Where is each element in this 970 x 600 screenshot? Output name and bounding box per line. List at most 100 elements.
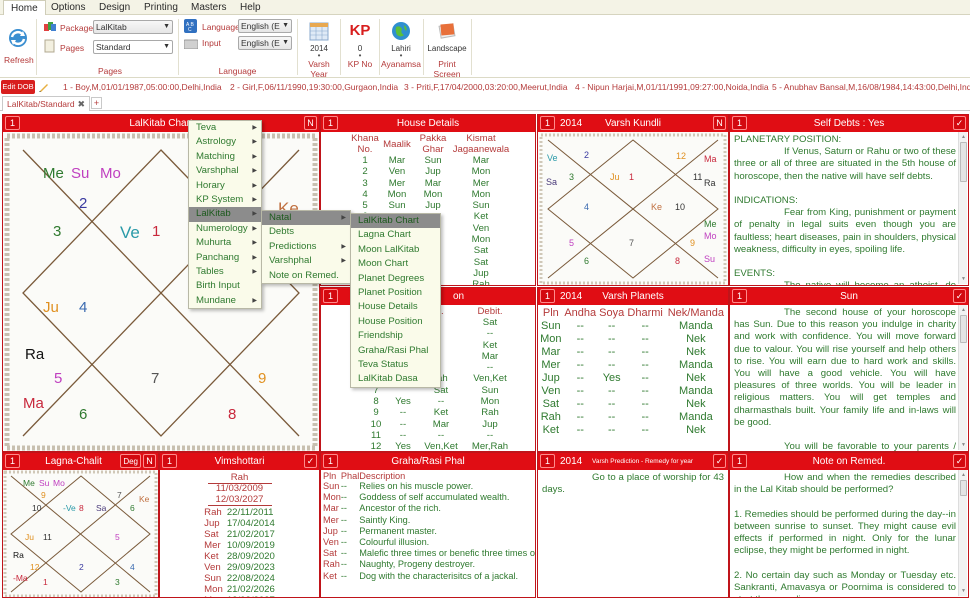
menu-tab-masters[interactable]: Masters bbox=[184, 0, 234, 15]
menu-item-astrology[interactable]: Astrology ▶ bbox=[189, 135, 261, 149]
menu-item-planet-degrees[interactable]: Planet Degrees bbox=[351, 272, 440, 286]
menu-item-tables[interactable]: Tables ▶ bbox=[189, 265, 261, 279]
panel-number-button[interactable]: 1 bbox=[540, 454, 555, 468]
check-icon[interactable]: ✓ bbox=[953, 289, 966, 303]
table-cell: -- bbox=[437, 429, 445, 441]
panel-number-button[interactable]: 1 bbox=[5, 454, 20, 468]
menu-item-varshphal[interactable]: Varshphal ▶ bbox=[189, 164, 261, 178]
ayanamsa-button[interactable]: Lahiri • Ayanamsa bbox=[381, 21, 421, 69]
language-select[interactable]: English (E ▼ bbox=[238, 19, 292, 33]
keyboard-icon bbox=[184, 39, 198, 49]
phal-cell: -- bbox=[340, 514, 347, 525]
menu-item-house-details[interactable]: House Details bbox=[351, 300, 440, 314]
check-icon[interactable]: ✓ bbox=[713, 454, 726, 468]
menu-item-matching[interactable]: Matching ▶ bbox=[189, 150, 261, 164]
menu-item-friendship[interactable]: Friendship bbox=[351, 329, 440, 343]
dob-entry-4[interactable]: 4 - Nipun Harjai,M,01/11/1991,09:27:00,N… bbox=[575, 82, 769, 92]
menu-item-lalkitab-dasa[interactable]: LalKitab Dasa bbox=[351, 372, 440, 386]
table-cell: Jup bbox=[425, 166, 441, 178]
menu-item-varshphal[interactable]: Varshphal ▶ bbox=[262, 254, 350, 268]
menu-item-note-on-remed[interactable]: Note on Remed. bbox=[262, 269, 350, 283]
check-icon[interactable]: ✓ bbox=[953, 454, 966, 468]
north-style-button[interactable]: N bbox=[713, 116, 726, 130]
description-cell: Dog with the characterisitcs of a jackal… bbox=[359, 570, 519, 581]
menu-item-moon-lalkitab[interactable]: Moon LalKitab bbox=[351, 243, 440, 257]
varsh-year-button[interactable]: 2014 • Varsh Year bbox=[300, 21, 338, 79]
house-1: 1 bbox=[152, 223, 161, 240]
print-screen-button[interactable]: Landscape Print Screen bbox=[425, 21, 469, 79]
menu-item-teva[interactable]: Teva ▶ bbox=[189, 121, 261, 135]
menu-item-numerology[interactable]: Numerology ▶ bbox=[189, 222, 261, 236]
dob-entry-2[interactable]: 2 - Girl,F,06/11/1990,19:30:00,Gurgaon,I… bbox=[230, 82, 398, 92]
table-cell: -- bbox=[641, 398, 649, 410]
menu-item-graha-rasi-phal[interactable]: Graha/Rasi Phal bbox=[351, 344, 440, 358]
add-tab-button[interactable]: + bbox=[91, 97, 102, 109]
dasha-start: 11/03/2009 bbox=[215, 483, 264, 494]
refresh-button[interactable]: Refresh bbox=[4, 23, 34, 73]
scrollbar[interactable]: ▲ ▼ bbox=[958, 470, 967, 596]
pencil-icon[interactable] bbox=[38, 81, 50, 93]
menu-item-planet-position[interactable]: Planet Position bbox=[351, 286, 440, 300]
scrollbar[interactable]: ▲ ▼ bbox=[958, 132, 967, 284]
panel-number-button[interactable]: 1 bbox=[732, 454, 747, 468]
package-select[interactable]: LalKitab ▼ bbox=[93, 20, 173, 34]
menu-item-predictions[interactable]: Predictions ▶ bbox=[262, 240, 350, 254]
panel-number-button[interactable]: 1 bbox=[540, 289, 555, 303]
menu-item-lagna-chart[interactable]: Lagna Chart bbox=[351, 228, 440, 242]
tab-lalkitab-standard[interactable]: LalKitab/Standard ✖ bbox=[2, 96, 90, 111]
north-style-button[interactable]: N bbox=[143, 454, 156, 468]
input-select[interactable]: English (E ▼ bbox=[238, 36, 292, 50]
panel-number-button[interactable]: 1 bbox=[732, 116, 747, 130]
house-9: 9 bbox=[41, 490, 46, 500]
panel-number-button[interactable]: 1 bbox=[323, 116, 338, 130]
edit-dob-button[interactable]: Edit DOB bbox=[1, 80, 35, 94]
menu-item-mundane[interactable]: Mundane ▶ bbox=[189, 294, 261, 308]
scrollbar[interactable]: ▲ ▼ bbox=[958, 305, 967, 450]
menu-item-lalkitab[interactable]: LalKitab ▶ bbox=[189, 207, 261, 222]
menu-tab-help[interactable]: Help bbox=[233, 0, 268, 15]
dob-entry-3[interactable]: 3 - Priti,F,17/04/2000,03:20:00,Meerut,I… bbox=[404, 82, 568, 92]
table-cell: Ven,Ket bbox=[424, 441, 458, 451]
date-cell: 12/03/2027 bbox=[227, 595, 275, 597]
dob-entry-1[interactable]: 1 - Boy,M,01/01/1987,05:00:00,Delhi,Indi… bbox=[63, 82, 222, 92]
menu-item-panchang[interactable]: Panchang ▶ bbox=[189, 251, 261, 265]
panel-number-button[interactable]: 1 bbox=[323, 454, 338, 468]
panel-number-button[interactable]: 1 bbox=[540, 116, 555, 130]
check-icon[interactable]: ✓ bbox=[304, 454, 317, 468]
planet-mo: Mo bbox=[704, 231, 717, 241]
check-icon[interactable]: ✓ bbox=[953, 116, 966, 130]
menu-item-birth-input[interactable]: Birth Input bbox=[189, 279, 261, 293]
panel-number-button[interactable]: 1 bbox=[323, 289, 338, 303]
menu-tab-home[interactable]: Home bbox=[3, 0, 46, 15]
panel-number-button[interactable]: 1 bbox=[5, 116, 20, 130]
menu-item-teva-status[interactable]: Teva Status bbox=[351, 358, 440, 372]
panel-number-button[interactable]: 1 bbox=[732, 289, 747, 303]
panel-title: Self Debts : Yes bbox=[813, 118, 885, 129]
close-icon[interactable]: ✖ bbox=[77, 97, 85, 111]
table-cell: -- bbox=[576, 320, 584, 332]
menu-item-moon-chart[interactable]: Moon Chart bbox=[351, 257, 440, 271]
planet-cell: Ven bbox=[323, 537, 339, 548]
panel-year: 2014 bbox=[560, 291, 583, 302]
menu-item-kp-system[interactable]: KP System ▶ bbox=[189, 193, 261, 207]
planet-cell: Mon bbox=[323, 492, 341, 503]
north-style-button[interactable]: N bbox=[304, 116, 317, 130]
table-cell: Yes bbox=[602, 372, 621, 384]
pages-select[interactable]: Standard ▼ bbox=[93, 40, 173, 54]
menu-tab-options[interactable]: Options bbox=[44, 0, 92, 15]
menu-item-natal[interactable]: Natal ▶ bbox=[262, 211, 350, 226]
kp-no-button[interactable]: KP 0 • KP No bbox=[342, 21, 378, 69]
dob-entry-5[interactable]: 5 - Anubhav Bansal,M,16/08/1984,14:43:00… bbox=[772, 82, 970, 92]
menu-tab-design[interactable]: Design bbox=[92, 0, 137, 15]
menu-item-muhurta[interactable]: Muhurta ▶ bbox=[189, 236, 261, 250]
menu-item-lalkitab-chart[interactable]: LalKitab Chart bbox=[351, 214, 440, 229]
menu-tab-printing[interactable]: Printing bbox=[137, 0, 185, 15]
table-cell: -- bbox=[576, 333, 584, 345]
menu-item-house-position[interactable]: House Position bbox=[351, 315, 440, 329]
table-row: 12 Yes Ven,Ket Mer,Rah bbox=[363, 441, 515, 451]
menu-item-debts[interactable]: Debts bbox=[262, 225, 350, 239]
menu-item-horary[interactable]: Horary ▶ bbox=[189, 179, 261, 193]
planet-cell: Jup bbox=[323, 525, 338, 536]
degree-button[interactable]: Deg bbox=[120, 454, 141, 468]
panel-number-button[interactable]: 1 bbox=[162, 454, 177, 468]
